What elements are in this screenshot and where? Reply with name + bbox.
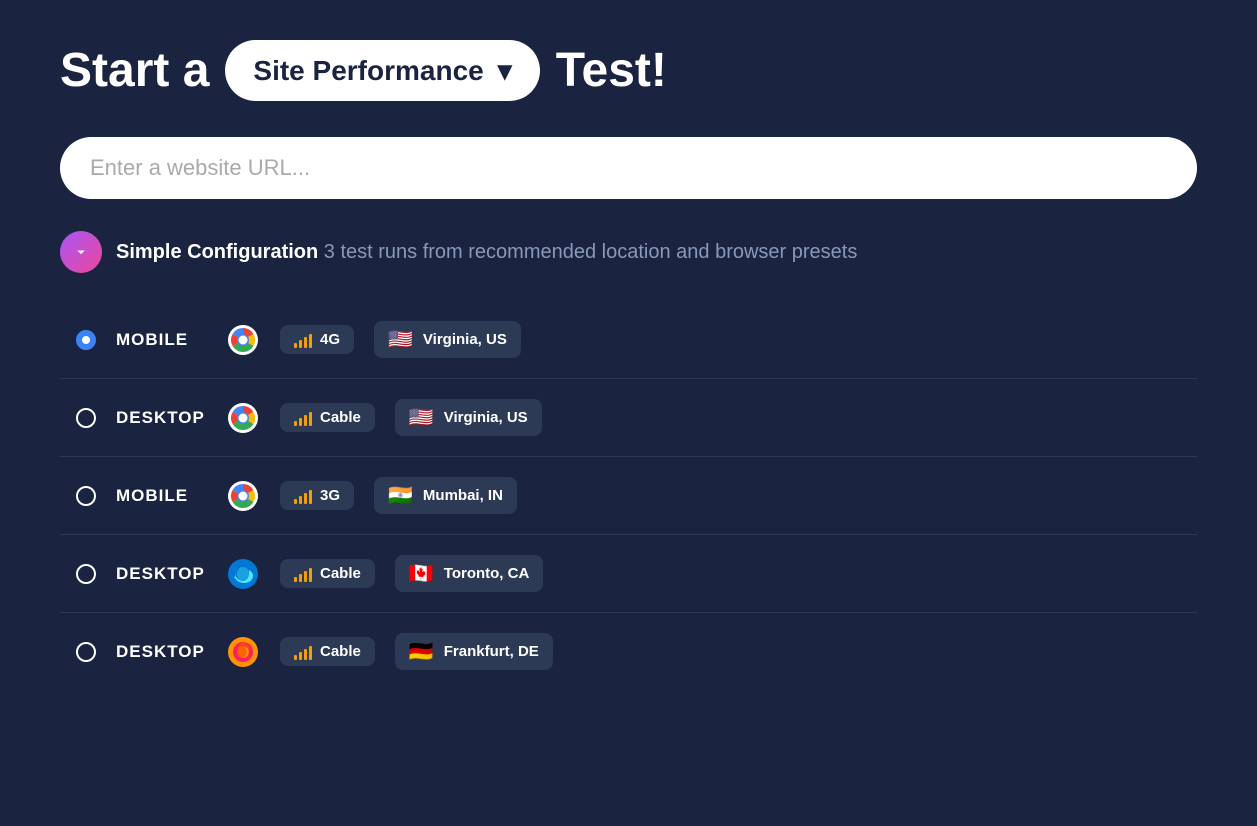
dropdown-label: Site Performance <box>253 55 483 87</box>
location-badge: 🇮🇳 Mumbai, IN <box>374 477 517 514</box>
connection-label: 3G <box>320 487 340 504</box>
header-prefix: Start a <box>60 43 209 98</box>
device-label: DESKTOP <box>116 408 206 428</box>
signal-icon <box>294 566 312 582</box>
device-label: MOBILE <box>116 330 206 350</box>
test-row[interactable]: DESKTOP Cable 🇺🇸 Virginia, US <box>60 379 1197 457</box>
chrome-icon <box>226 323 260 357</box>
signal-icon <box>294 488 312 504</box>
signal-icon <box>294 410 312 426</box>
config-toggle-button[interactable] <box>60 231 102 273</box>
radio-button[interactable] <box>76 642 96 662</box>
connection-label: Cable <box>320 565 361 582</box>
location-label: Virginia, US <box>444 409 528 426</box>
flag-icon: 🇺🇸 <box>409 405 434 430</box>
flag-icon: 🇨🇦 <box>409 561 434 586</box>
location-label: Toronto, CA <box>444 565 530 582</box>
location-badge: 🇺🇸 Virginia, US <box>374 321 521 358</box>
chevron-down-icon: ▾ <box>498 54 512 87</box>
header-suffix: Test! <box>556 43 667 98</box>
radio-button[interactable] <box>76 408 96 428</box>
location-label: Frankfurt, DE <box>444 643 539 660</box>
chrome-icon <box>226 479 260 513</box>
connection-badge: Cable <box>280 559 375 588</box>
radio-button[interactable] <box>76 330 96 350</box>
location-badge: 🇺🇸 Virginia, US <box>395 399 542 436</box>
connection-label: Cable <box>320 409 361 426</box>
test-row[interactable]: MOBILE 3G 🇮🇳 Mumbai, IN <box>60 457 1197 535</box>
connection-badge: 4G <box>280 325 354 354</box>
config-title-bold: Simple Configuration <box>116 241 318 263</box>
connection-label: Cable <box>320 643 361 660</box>
radio-button[interactable] <box>76 486 96 506</box>
flag-icon: 🇮🇳 <box>388 483 413 508</box>
config-title: Simple Configuration 3 test runs from re… <box>116 241 857 264</box>
test-rows-container: MOBILE 4G 🇺🇸 Virginia, US DESKTOP <box>60 301 1197 690</box>
connection-badge: Cable <box>280 637 375 666</box>
page-header: Start a Site Performance ▾ Test! <box>60 40 1197 101</box>
device-label: MOBILE <box>116 486 206 506</box>
location-label: Mumbai, IN <box>423 487 503 504</box>
edge-icon <box>226 557 260 591</box>
firefox-icon <box>226 635 260 669</box>
device-label: DESKTOP <box>116 642 206 662</box>
connection-label: 4G <box>320 331 340 348</box>
signal-icon <box>294 644 312 660</box>
device-label: DESKTOP <box>116 564 206 584</box>
config-title-detail: 3 test runs from recommended location an… <box>318 241 857 263</box>
location-label: Virginia, US <box>423 331 507 348</box>
flag-icon: 🇺🇸 <box>388 327 413 352</box>
flag-icon: 🇩🇪 <box>409 639 434 664</box>
url-input[interactable] <box>90 155 1167 181</box>
config-header: Simple Configuration 3 test runs from re… <box>60 231 1197 273</box>
test-row[interactable]: DESKTOP Cable 🇨🇦 Toronto, CA <box>60 535 1197 613</box>
chrome-icon <box>226 401 260 435</box>
signal-icon <box>294 332 312 348</box>
location-badge: 🇨🇦 Toronto, CA <box>395 555 543 592</box>
location-badge: 🇩🇪 Frankfurt, DE <box>395 633 553 670</box>
chevron-down-icon <box>72 243 90 261</box>
config-section: Simple Configuration 3 test runs from re… <box>60 231 1197 690</box>
test-type-dropdown[interactable]: Site Performance ▾ <box>225 40 539 101</box>
page-container: Start a Site Performance ▾ Test! Simple … <box>60 40 1197 710</box>
radio-button[interactable] <box>76 564 96 584</box>
connection-badge: 3G <box>280 481 354 510</box>
test-row[interactable]: DESKTOP Cable 🇩🇪 Frankfurt, DE <box>60 613 1197 690</box>
connection-badge: Cable <box>280 403 375 432</box>
test-row[interactable]: MOBILE 4G 🇺🇸 Virginia, US <box>60 301 1197 379</box>
url-input-wrapper <box>60 137 1197 199</box>
